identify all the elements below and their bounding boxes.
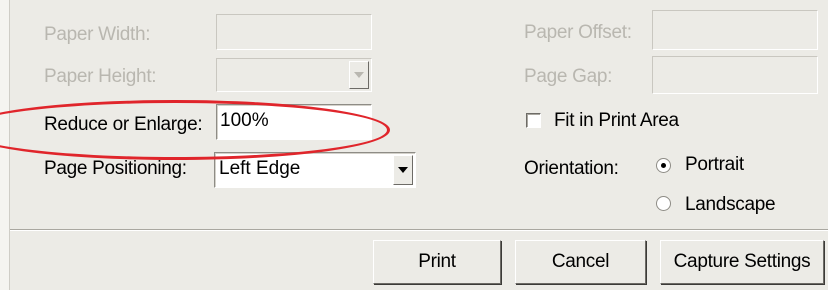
fit-print-area-label[interactable]: Fit in Print Area	[554, 110, 679, 132]
page-positioning-dropdown-button[interactable]	[393, 155, 413, 185]
paper-width-value	[217, 20, 223, 41]
chevron-down-icon	[398, 167, 408, 173]
page-positioning-value: Left Edge	[219, 158, 301, 179]
orientation-label: Orientation:	[524, 158, 619, 179]
paper-height-select	[216, 58, 372, 92]
capture-settings-button[interactable]: Capture Settings	[660, 240, 824, 284]
page-gap-input	[652, 56, 818, 94]
reduce-enlarge-label: Reduce or Enlarge:	[44, 114, 203, 135]
page-positioning-select[interactable]: Left Edge	[214, 152, 416, 188]
paper-offset-value	[653, 16, 659, 37]
paper-width-label: Paper Width:	[44, 24, 151, 45]
landscape-radio[interactable]	[656, 196, 671, 211]
cancel-button[interactable]: Cancel	[515, 240, 646, 284]
portrait-label[interactable]: Portrait	[685, 154, 744, 176]
paper-height-dropdown-button	[349, 61, 369, 89]
page-positioning-label: Page Positioning:	[44, 158, 187, 179]
page-gap-value	[653, 62, 659, 83]
paper-offset-label: Paper Offset:	[524, 22, 632, 43]
paper-offset-input	[652, 10, 818, 50]
paper-width-input	[216, 14, 372, 50]
chevron-down-icon	[354, 72, 364, 78]
reduce-enlarge-value: 100%	[220, 110, 269, 131]
page-gap-label: Page Gap:	[524, 66, 613, 87]
footer-separator	[10, 229, 828, 231]
fit-print-area-checkbox[interactable]	[526, 113, 541, 128]
landscape-label[interactable]: Landscape	[685, 194, 776, 216]
reduce-enlarge-input[interactable]: 100%	[216, 104, 372, 140]
radio-selected-dot	[661, 163, 666, 168]
paper-height-label: Paper Height:	[44, 66, 157, 87]
portrait-radio[interactable]	[656, 158, 671, 173]
paper-height-value	[217, 64, 223, 85]
print-button[interactable]: Print	[373, 240, 501, 284]
dialog-left-edge	[0, 0, 10, 290]
